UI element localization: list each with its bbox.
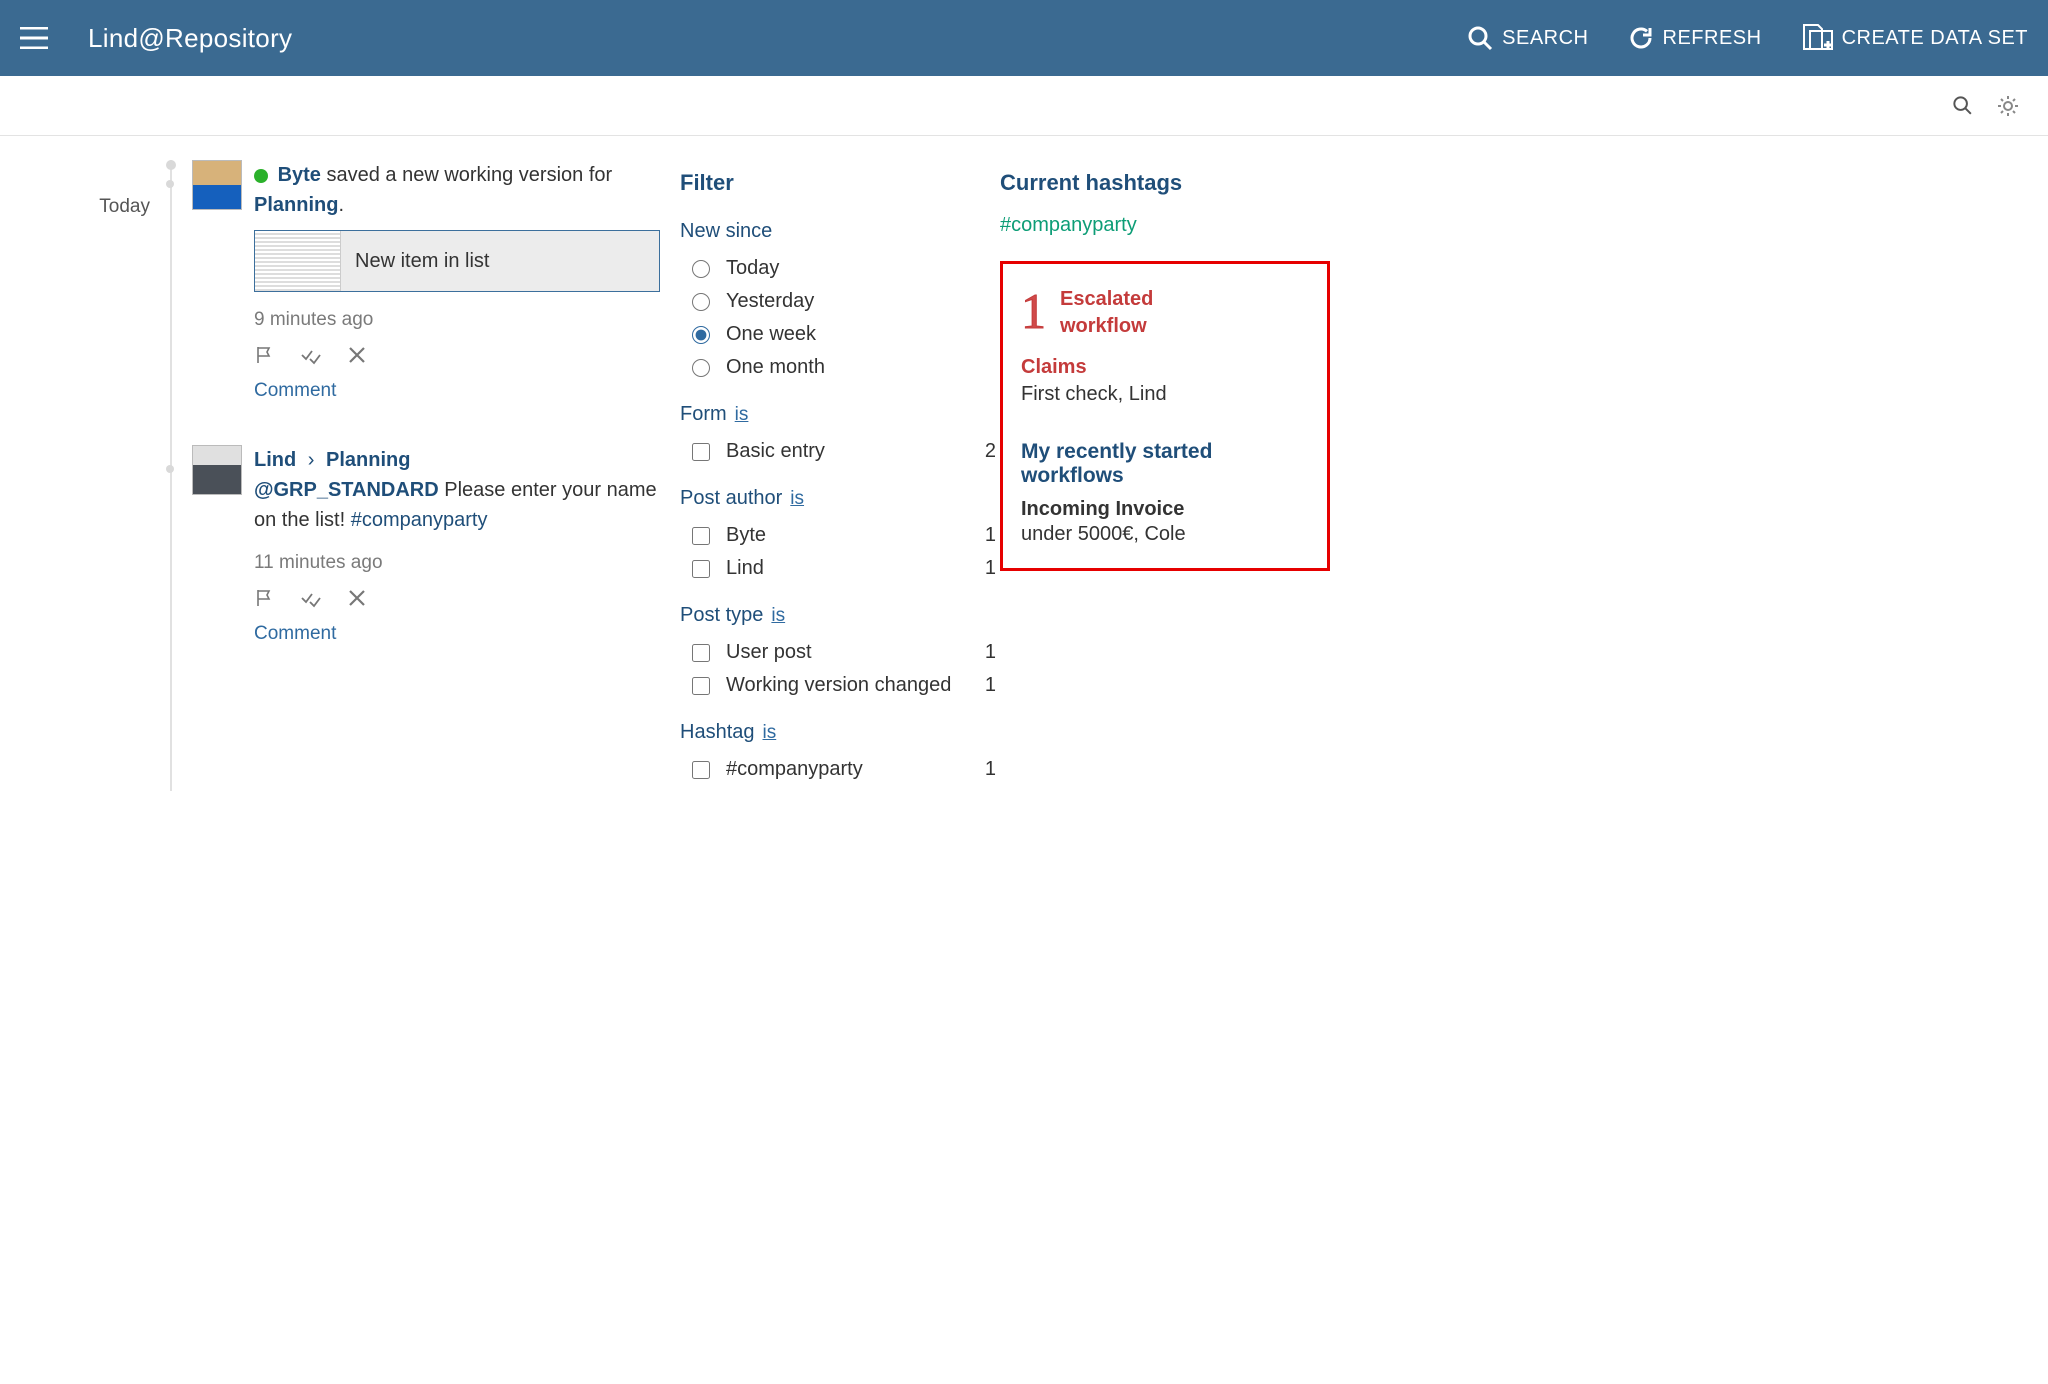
flag-icon[interactable]: [254, 345, 274, 365]
post-time: 9 minutes ago: [254, 306, 660, 335]
attachment-card[interactable]: New item in list: [254, 230, 660, 292]
mention-link[interactable]: @GRP_STANDARD: [254, 479, 439, 501]
filter-checkbox[interactable]: Lind1: [692, 557, 1000, 580]
escalated-count: 1: [1021, 286, 1046, 336]
post-actions: [254, 345, 660, 365]
app-title: Lind@Repository: [88, 23, 292, 54]
post-action-text: saved a new working version for: [321, 164, 612, 186]
close-icon[interactable]: [348, 589, 366, 607]
filter-is-link[interactable]: is: [771, 605, 785, 626]
my-workflows-title: My recently started workflows: [1021, 440, 1309, 488]
filter-is-link[interactable]: is: [790, 488, 804, 509]
mark-done-icon[interactable]: [300, 588, 322, 608]
sub-toolbar: [0, 76, 2048, 136]
hamburger-menu-icon[interactable]: [20, 27, 48, 49]
comment-link[interactable]: Comment: [254, 620, 660, 649]
highlight-box: 1 Escalated workflow Claims First check,…: [1000, 261, 1330, 571]
filter-checkbox[interactable]: #companyparty1: [692, 758, 1000, 781]
workflow-detail: under 5000€, Cole: [1021, 523, 1309, 546]
breadcrumb-target[interactable]: Planning: [326, 449, 410, 471]
refresh-label: REFRESH: [1663, 27, 1762, 50]
escalated-subject[interactable]: Claims: [1021, 356, 1309, 379]
filter-section-form: Formis: [680, 403, 1000, 426]
filter-column: Filter New since Today Yesterday One wee…: [680, 160, 1000, 791]
flag-icon[interactable]: [254, 588, 274, 608]
avatar[interactable]: [192, 160, 242, 210]
comment-link[interactable]: Comment: [254, 377, 660, 406]
content-area: Today Byte saved a new working version f…: [0, 136, 2048, 851]
mark-done-icon[interactable]: [300, 345, 322, 365]
filter-is-link[interactable]: is: [763, 722, 777, 743]
refresh-action[interactable]: REFRESH: [1627, 24, 1762, 52]
attachment-thumbnail: [255, 231, 341, 291]
close-icon[interactable]: [348, 346, 366, 364]
feed-column: Byte saved a new working version for Pla…: [170, 160, 660, 791]
create-dataset-action[interactable]: CREATE DATA SET: [1800, 23, 2028, 53]
create-dataset-icon: [1800, 23, 1834, 53]
filter-section-post-author: Post authoris: [680, 487, 1000, 510]
escalated-title-line2: workflow: [1060, 313, 1153, 340]
filter-is-link[interactable]: is: [735, 404, 749, 425]
search-icon: [1466, 24, 1494, 52]
filter-section-new-since: New since: [680, 220, 1000, 243]
current-hashtags-title: Current hashtags: [1000, 170, 1330, 196]
app-header: Lind@Repository SEARCH REFRESH CREATE DA…: [0, 0, 2048, 76]
avatar[interactable]: [192, 445, 242, 495]
feed-post: Byte saved a new working version for Pla…: [192, 160, 660, 405]
filter-radio-today[interactable]: Today: [692, 257, 1000, 280]
search-action[interactable]: SEARCH: [1466, 24, 1588, 52]
escalated-detail: First check, Lind: [1021, 383, 1309, 406]
escalated-title-line1: Escalated: [1060, 286, 1153, 313]
filter-title: Filter: [680, 170, 1000, 196]
breadcrumb: Lind › Planning: [254, 449, 410, 471]
post-time: 11 minutes ago: [254, 549, 660, 578]
filter-section-post-type: Post typeis: [680, 604, 1000, 627]
attachment-label: New item in list: [341, 246, 489, 276]
search-label: SEARCH: [1502, 27, 1588, 50]
filter-checkbox[interactable]: User post1: [692, 641, 1000, 664]
filter-checkbox[interactable]: Byte1: [692, 524, 1000, 547]
post-actions: [254, 588, 660, 608]
search-icon[interactable]: [1952, 95, 1974, 117]
breadcrumb-user[interactable]: Lind: [254, 449, 296, 471]
hashtag-link[interactable]: #companyparty: [351, 509, 488, 531]
filter-checkbox[interactable]: Basic entry2: [692, 440, 1000, 463]
filter-checkbox[interactable]: Working version changed1: [692, 674, 1000, 697]
workflow-name[interactable]: Incoming Invoice: [1021, 498, 1309, 521]
side-column: Current hashtags #companyparty 1 Escalat…: [1000, 160, 1330, 791]
feed-post: Lind › Planning @GRP_STANDARD Please ent…: [192, 445, 660, 648]
filter-radio-yesterday[interactable]: Yesterday: [692, 290, 1000, 313]
refresh-icon: [1627, 24, 1655, 52]
status-dot-icon: [254, 169, 268, 183]
hashtag-link[interactable]: #companyparty: [1000, 214, 1330, 237]
post-user-link[interactable]: Byte: [278, 164, 321, 186]
timeline-label: Today: [0, 160, 170, 791]
chevron-right-icon: ›: [308, 449, 315, 471]
post-target-link[interactable]: Planning: [254, 194, 338, 216]
filter-radio-one-month[interactable]: One month: [692, 356, 1000, 379]
create-dataset-label: CREATE DATA SET: [1842, 27, 2028, 50]
filter-section-hashtag: Hashtagis: [680, 721, 1000, 744]
filter-radio-one-week[interactable]: One week: [692, 323, 1000, 346]
gear-icon[interactable]: [1996, 94, 2020, 118]
